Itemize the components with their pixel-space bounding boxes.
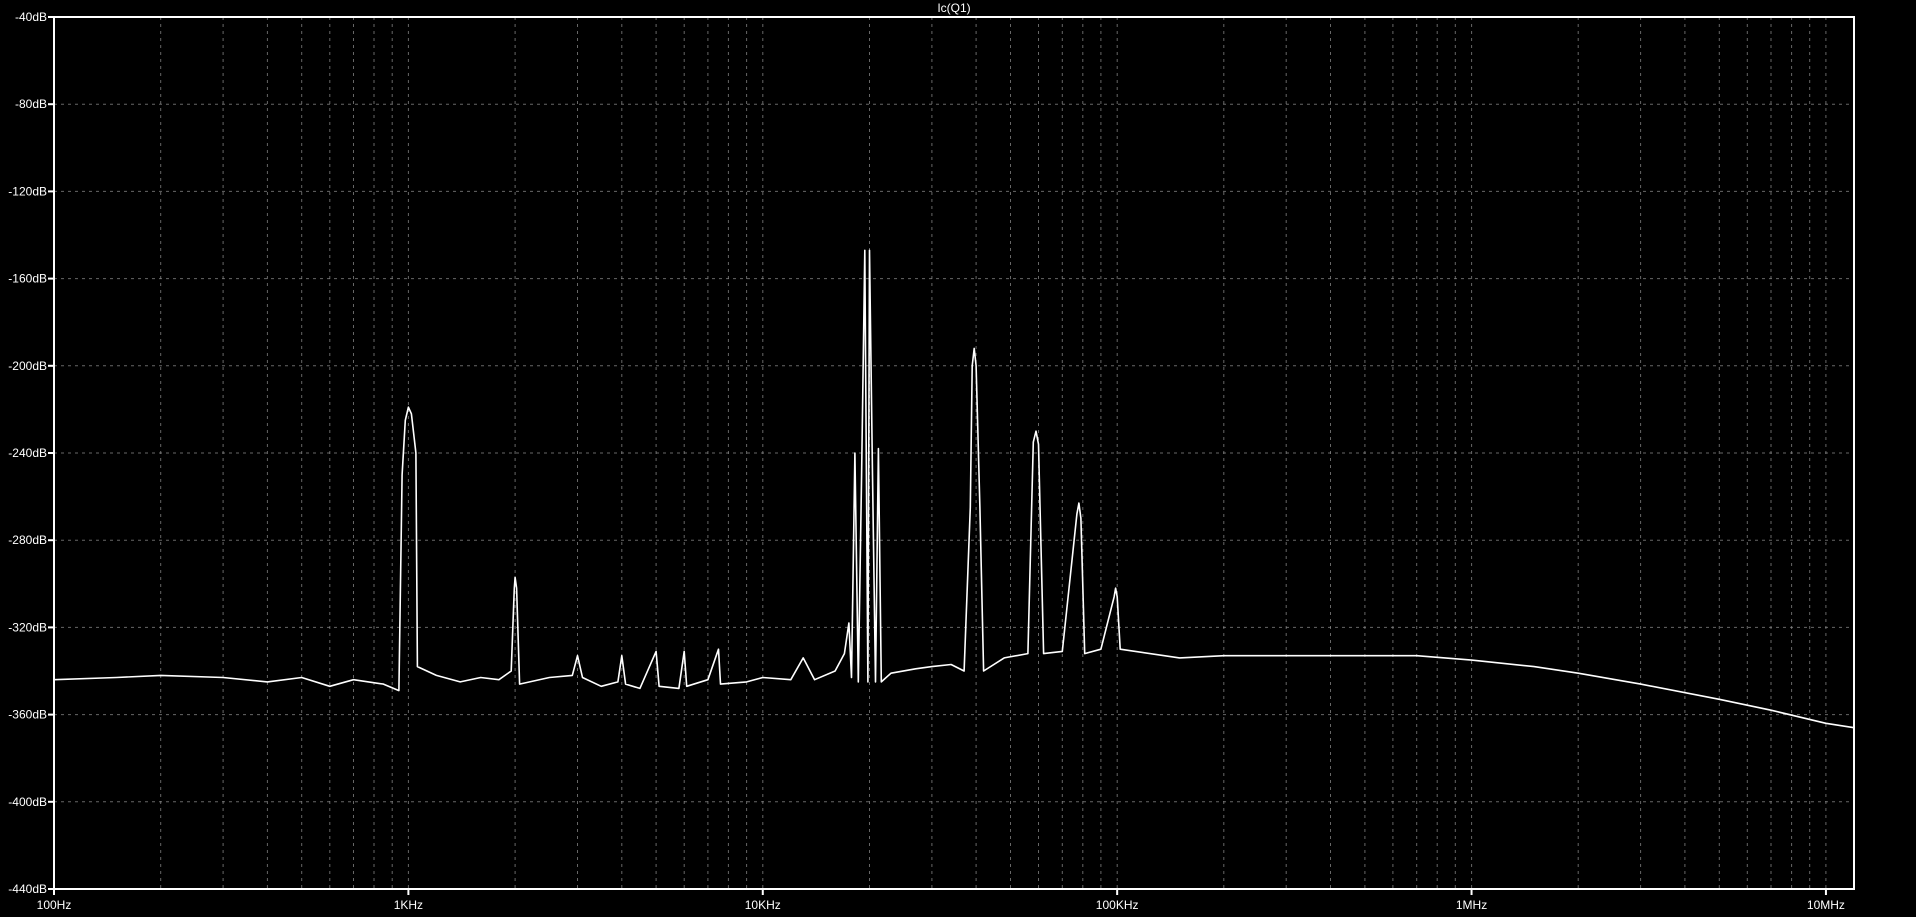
y-tick-label: -40dB bbox=[15, 10, 47, 24]
y-axis-ticks: -40dB -80dB -120dB -160dB -200dB -240dB -280dB… bbox=[8, 10, 54, 896]
x-tick-label: 1MHz bbox=[1456, 898, 1487, 912]
x-tick-label: 100Hz bbox=[37, 898, 72, 912]
x-tick-label: 10KHz bbox=[745, 898, 781, 912]
y-tick-label: -400dB bbox=[8, 795, 47, 809]
y-tick-label: -440dB bbox=[8, 882, 47, 896]
x-tick-label: 1KHz bbox=[394, 898, 423, 912]
y-tick-label: -280dB bbox=[8, 533, 47, 547]
y-tick-label: -240dB bbox=[8, 446, 47, 460]
grid-lines bbox=[54, 17, 1854, 889]
y-tick-label: -320dB bbox=[8, 620, 47, 634]
y-tick-label: -200dB bbox=[8, 359, 47, 373]
spectrum-chart: -40dB -80dB -120dB -160dB -200dB -240dB -280dB… bbox=[8, 1, 1855, 912]
x-tick-label: 100KHz bbox=[1096, 898, 1139, 912]
chart-title: Ic(Q1) bbox=[937, 1, 970, 15]
series-line bbox=[53, 249, 1855, 729]
plot-frame bbox=[53, 16, 1855, 890]
trace-layer bbox=[53, 249, 1855, 729]
y-tick-label: -80dB bbox=[15, 97, 47, 111]
y-tick-label: -160dB bbox=[8, 272, 47, 286]
x-tick-label: 10MHz bbox=[1807, 898, 1845, 912]
y-tick-label: -360dB bbox=[8, 708, 47, 722]
y-tick-label: -120dB bbox=[8, 184, 47, 198]
x-axis-ticks: 100Hz 1KHz 10KHz 100KHz 1MHz 10MHz bbox=[37, 889, 1845, 912]
